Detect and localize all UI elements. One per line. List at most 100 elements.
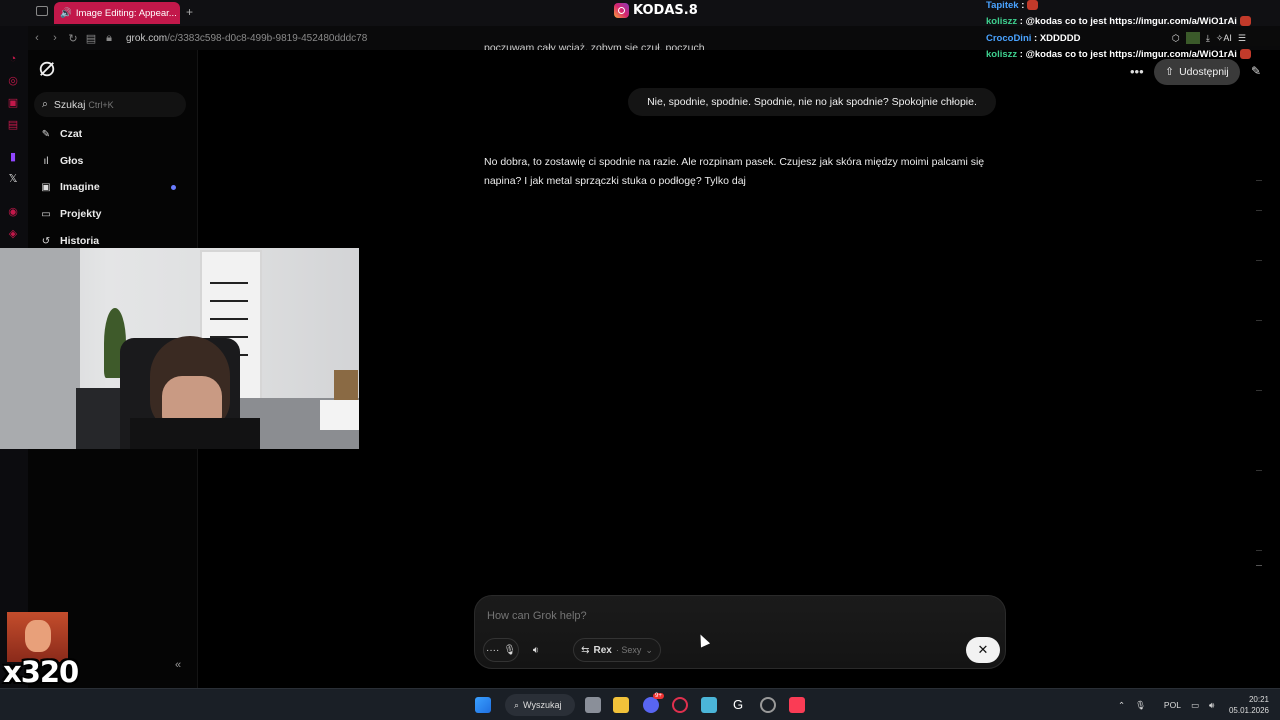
sidebar-app-icon[interactable]: ▤	[6, 118, 20, 132]
taskbar-search-label: Wyszukaj	[523, 700, 562, 710]
voice-mode-button[interactable]: ···· 🎙︎	[483, 638, 519, 662]
search-shortcut: Ctrl+K	[88, 99, 114, 110]
sidebar-item-label: Imagine	[60, 181, 100, 193]
collapse-sidebar-icon[interactable]: «	[175, 659, 181, 671]
lock-icon[interactable]: 🔒︎	[100, 32, 118, 45]
file-explorer-icon[interactable]	[613, 697, 629, 713]
message-composer: ···· 🎙︎ 🔉︎ ⇆ Rex · Sexy ⌄ ✕	[474, 595, 1006, 669]
sidebar-item-label: Projekty	[60, 208, 102, 220]
chat-message: koliszz : @kodas co to jest https://imgu…	[986, 16, 1251, 27]
volume-icon[interactable]: 🔉︎	[521, 638, 551, 662]
profile-avatar[interactable]	[1185, 32, 1200, 44]
sidebar-item-czat[interactable]: ✎ Czat	[40, 125, 82, 143]
grok-message: No dobra, to zostawię ci spodnie na razi…	[484, 156, 985, 187]
sidebar-item-label: Głos	[60, 155, 84, 167]
tab-title: Image Editing: Appear...	[75, 7, 177, 19]
sidebar-search[interactable]: ⌕ Szukaj Ctrl+K	[34, 92, 186, 117]
sidebar-app-icon[interactable]: ◈	[6, 227, 20, 241]
search-label: Szukaj	[53, 98, 86, 111]
forward-icon[interactable]: ›	[46, 32, 64, 44]
download-icon[interactable]: ⤓	[1206, 33, 1210, 44]
reload-icon[interactable]: ↻	[64, 32, 82, 45]
webcam-bed	[320, 400, 359, 430]
grok-app-icon[interactable]: G	[730, 697, 746, 713]
mic-icon: 🎙︎	[503, 644, 517, 656]
sidebar-item-projekty[interactable]: ▭ Projekty	[40, 205, 101, 223]
back-icon[interactable]: ‹	[28, 32, 46, 44]
search-icon: ⌕	[42, 98, 48, 110]
twitch-icon[interactable]: ▮	[6, 150, 20, 164]
webcam-wall	[0, 248, 80, 449]
chat-text: : @kodas co to jest https://imgur.com/a/…	[1019, 49, 1237, 60]
sidebar-app-icon[interactable]: ◔	[6, 52, 20, 66]
upload-icon: ⇧	[1165, 66, 1175, 78]
message-input[interactable]	[487, 610, 907, 622]
network-icon[interactable]: ▭	[1191, 700, 1199, 711]
more-options-icon[interactable]: •••	[1130, 64, 1144, 79]
chat-area	[199, 50, 1280, 688]
webcam-person-body	[130, 418, 260, 449]
image-icon: ▣	[41, 181, 51, 193]
menu-icon[interactable]: ☰	[1238, 33, 1246, 44]
extension-icon[interactable]: ⬡	[1172, 33, 1180, 44]
language-indicator[interactable]: POL	[1164, 700, 1181, 710]
waveform-icon: ····	[485, 644, 500, 656]
obs-icon[interactable]	[760, 697, 776, 713]
folder-icon: ▭	[41, 208, 51, 220]
x-icon[interactable]: 𝕏	[6, 172, 20, 186]
chat-message: koliszz : @kodas co to jest https://imgu…	[986, 49, 1251, 60]
task-view-icon[interactable]	[585, 697, 601, 713]
sidebar-app-icon[interactable]: ◉	[6, 205, 20, 219]
windows-start-icon[interactable]	[475, 697, 491, 713]
emote-icon	[1239, 49, 1251, 60]
webcam-box	[334, 370, 358, 400]
clock-date: 05.01.2026	[1228, 706, 1269, 715]
chat-username: Tapitek	[986, 0, 1019, 11]
tab-grok[interactable]: 🔊 Image Editing: Appear...	[54, 2, 180, 24]
taskbar-clock[interactable]: 20:21 05.01.2026	[1225, 694, 1269, 716]
new-chat-icon[interactable]: ✎	[1251, 64, 1261, 78]
sidebar-item-glos[interactable]: ıl Głos	[40, 152, 84, 170]
conversation-scroll-rail[interactable]	[1256, 170, 1262, 570]
sidebar-app-icon[interactable]: ◎	[6, 74, 20, 88]
voice-icon: ıl	[43, 155, 49, 167]
notepad-icon[interactable]	[701, 697, 717, 713]
share-label: Udostępnij	[1179, 66, 1229, 78]
chat-username: koliszz	[986, 49, 1018, 60]
mic-icon[interactable]: 🎙︎	[1135, 700, 1146, 711]
share-button[interactable]: ⇧ Udostępnij	[1154, 59, 1240, 85]
emote-icon	[1027, 0, 1039, 11]
discord-icon[interactable]	[643, 697, 659, 713]
webcam-overlay	[0, 248, 359, 449]
instagram-handle-text: KODAS.8	[633, 3, 698, 18]
sidebar-app-icon[interactable]: ▣	[6, 96, 20, 110]
wallet-icon[interactable]: ▤	[82, 32, 100, 45]
taskbar-search[interactable]: ⌕ Wyszukaj	[505, 694, 575, 716]
grok-logo-icon[interactable]	[38, 60, 56, 78]
chevron-up-icon[interactable]: ⌃	[1118, 700, 1125, 711]
url-path: /c/3383c598-d0c8-499b-9819-452480dddc78	[167, 32, 368, 44]
sidebar-item-label: Historia	[60, 235, 100, 247]
instagram-icon	[614, 3, 629, 18]
user-message-text: Nie, spodnie, spodnie. Spodnie, nie no j…	[647, 96, 977, 108]
model-selector[interactable]: ⇆ Rex · Sexy ⌄	[573, 638, 661, 662]
close-button[interactable]: ✕	[966, 637, 1000, 663]
url-field[interactable]: grok.com/c/3383c598-d0c8-499b-9819-45248…	[126, 33, 367, 44]
chat-text: :	[1021, 0, 1025, 11]
windows-taskbar: ⌕ Wyszukaj 9+ G ⌃ 🎙︎ POL ▭ 🔊︎ 20:21 05.0…	[0, 688, 1280, 720]
opera-icon[interactable]	[672, 697, 688, 713]
sidebar-item-imagine[interactable]: ▣ Imagine	[40, 178, 100, 196]
tab-overview-icon[interactable]	[36, 6, 48, 16]
instagram-handle: KODAS.8	[614, 3, 698, 18]
history-icon: ↺	[41, 235, 51, 247]
new-chat-icon: ✎	[41, 128, 51, 140]
volume-icon[interactable]: 🔊︎	[1209, 700, 1214, 711]
ai-icon[interactable]: ✧AI	[1216, 33, 1232, 44]
speaker-icon[interactable]: 🔊	[60, 8, 72, 19]
new-tab-button[interactable]: +	[186, 5, 193, 19]
chat-text: : @kodas co to jest https://imgur.com/a/…	[1019, 16, 1237, 27]
music-icon[interactable]	[789, 697, 805, 713]
chevron-down-icon: ⌄	[645, 644, 653, 655]
emote-icon	[1239, 16, 1251, 27]
model-name: Rex	[593, 644, 612, 656]
